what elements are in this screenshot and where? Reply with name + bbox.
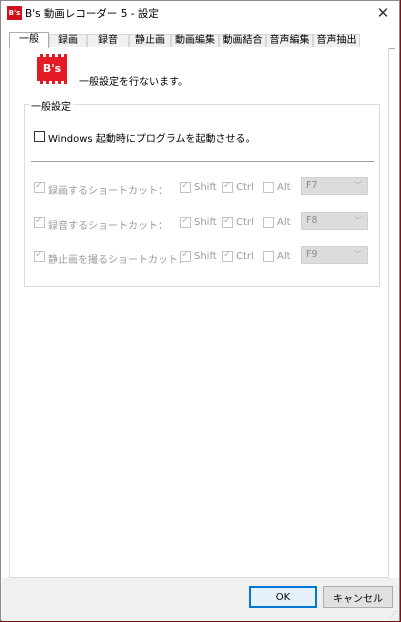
shortcut-record-audio-shift-label: Shift bbox=[194, 217, 217, 228]
shortcut-still-image-alt-label: Alt bbox=[277, 251, 291, 262]
tab-still-image[interactable]: 静止画 bbox=[129, 34, 171, 47]
resize-grip-icon[interactable]: ⋰ bbox=[389, 610, 397, 619]
shortcut-still-image-shift-checkbox[interactable]: ✓ bbox=[180, 249, 191, 262]
shortcut-record-audio-shift-checkbox[interactable]: ✓ bbox=[180, 215, 191, 228]
page-description: 一般設定を行ないます。 bbox=[79, 77, 188, 88]
title-bar: B's B's 動画レコーダー 5 - 設定 ✕ bbox=[1, 1, 399, 25]
app-logo-text: B's bbox=[42, 62, 62, 75]
tab-record-video[interactable]: 録画 bbox=[49, 34, 87, 47]
shortcut-record-audio-alt-label: Alt bbox=[277, 217, 291, 228]
app-logo-icon: B's bbox=[7, 6, 22, 20]
settings-window: B's B's 動画レコーダー 5 - 設定 ✕ 一般 録画 録音 静止画 動画… bbox=[0, 0, 400, 621]
shortcut-record-audio-key-value: F8 bbox=[306, 215, 318, 226]
shortcut-record-video-shift-label: Shift bbox=[194, 182, 217, 193]
tab-audio-extract[interactable]: 音声抽出 bbox=[313, 34, 360, 47]
tab-video-merge[interactable]: 動画結合 bbox=[219, 34, 266, 47]
shortcut-record-audio-ctrl-label: Ctrl bbox=[236, 217, 254, 228]
app-logo: B's bbox=[37, 54, 67, 84]
shortcut-record-video-shift-checkbox[interactable]: ✓ bbox=[180, 180, 191, 193]
tab-strip: 一般 録画 録音 静止画 動画編集 動画結合 音声編集 音声抽出 bbox=[9, 32, 395, 49]
tab-record-audio[interactable]: 録音 bbox=[87, 34, 129, 47]
chevron-down-icon: ﹀ bbox=[354, 250, 362, 259]
close-icon: ✕ bbox=[376, 4, 390, 22]
shortcut-record-video-label: 録画するショートカット： bbox=[48, 186, 168, 197]
shortcut-record-audio-checkbox[interactable]: ✓ bbox=[34, 215, 45, 228]
shortcut-still-image-key-value: F9 bbox=[306, 249, 318, 260]
shortcut-still-image-ctrl-checkbox[interactable]: ✓ bbox=[222, 249, 233, 262]
shortcut-record-video-key-select[interactable]: F7 ﹀ bbox=[301, 177, 368, 195]
close-button[interactable]: ✕ bbox=[371, 2, 395, 24]
shortcut-record-video-ctrl-checkbox[interactable]: ✓ bbox=[222, 180, 233, 193]
shortcut-record-audio-ctrl-checkbox[interactable]: ✓ bbox=[222, 215, 233, 228]
shortcut-record-video-ctrl-label: Ctrl bbox=[236, 182, 254, 193]
shortcut-record-video-checkbox[interactable]: ✓ bbox=[34, 180, 45, 193]
tab-video-edit[interactable]: 動画編集 bbox=[171, 34, 219, 47]
shortcut-still-image-ctrl-label: Ctrl bbox=[236, 251, 254, 262]
shortcut-record-audio-alt-checkbox[interactable] bbox=[263, 217, 274, 228]
cancel-button[interactable]: キャンセル bbox=[323, 586, 393, 608]
separator bbox=[31, 161, 374, 162]
shortcut-record-video-alt-checkbox[interactable] bbox=[263, 182, 274, 193]
shortcut-still-image-checkbox[interactable]: ✓ bbox=[34, 249, 45, 262]
chevron-down-icon: ﹀ bbox=[354, 181, 362, 190]
shortcut-record-audio-key-select[interactable]: F8 ﹀ bbox=[301, 212, 368, 230]
chevron-down-icon: ﹀ bbox=[354, 216, 362, 225]
dialog-footer: OK キャンセル ⋰ bbox=[2, 578, 399, 621]
ok-button[interactable]: OK bbox=[249, 586, 317, 608]
group-title: 一般設定 bbox=[29, 98, 73, 113]
tab-general[interactable]: 一般 bbox=[9, 32, 49, 48]
shortcut-record-audio-label: 録音するショートカット： bbox=[48, 221, 168, 232]
shortcut-still-image-label: 静止画を撮るショートカット： bbox=[48, 255, 188, 266]
shortcut-still-image-key-select[interactable]: F9 ﹀ bbox=[301, 246, 368, 264]
startup-label[interactable]: Windows 起動時にプログラムを起動させる。 bbox=[48, 130, 256, 145]
shortcut-still-image-shift-label: Shift bbox=[194, 251, 217, 262]
shortcut-record-video-alt-label: Alt bbox=[277, 182, 291, 193]
shortcut-record-video-key-value: F7 bbox=[306, 180, 318, 191]
tab-audio-edit[interactable]: 音声編集 bbox=[266, 34, 313, 47]
shortcut-still-image-alt-checkbox[interactable] bbox=[263, 251, 274, 262]
window-title: B's 動画レコーダー 5 - 設定 bbox=[25, 8, 159, 20]
startup-checkbox[interactable] bbox=[34, 131, 45, 142]
